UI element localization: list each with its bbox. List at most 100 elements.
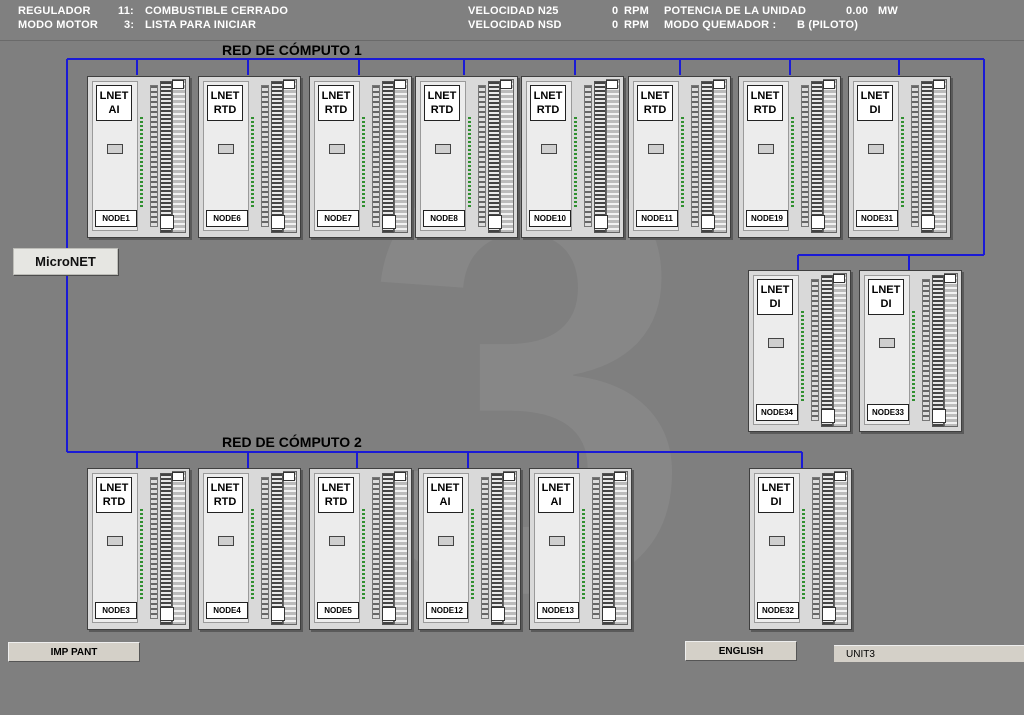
terminal-strip-icon [584,85,592,227]
module-title: LNET DI [758,477,794,513]
connector-block-icon [394,471,408,625]
module-face: LNET DI NODE31 [853,81,899,231]
print-screen-button[interactable]: IMP PANT [8,642,140,662]
module-type: LNET [541,482,571,494]
module-type: LNET [860,90,890,102]
lnet-module[interactable]: LNET RTD NODE6 [198,76,301,238]
port-icon [821,409,835,423]
module-subtype: RTD [643,104,667,116]
network-2-label: RED DE CÓMPUTO 2 [222,434,362,450]
port-icon [602,607,616,621]
module-title: LNET DI [757,279,793,315]
module-node-label: NODE7 [317,210,359,227]
led-column-icon [251,117,254,207]
module-title: LNET RTD [747,85,783,121]
terminal-block-icon [382,81,394,233]
module-subtype: RTD [324,104,348,116]
connector-icon [933,80,945,89]
terminal-block-icon [921,81,933,233]
micronet-button[interactable]: MicroNET [13,248,118,275]
lnet-module[interactable]: LNET DI NODE34 [748,270,851,432]
module-node-label: NODE33 [867,404,909,421]
module-type: LNET [321,482,351,494]
lnet-module[interactable]: LNET DI NODE32 [749,468,852,630]
module-subtype: AI [550,496,562,508]
unit-indicator: UNIT3 [834,645,1024,662]
led-column-icon [468,117,471,207]
led-column-icon [791,117,794,207]
module-face: LNET AI NODE1 [92,81,138,231]
port-icon [594,215,608,229]
connector-block-icon [944,273,958,427]
port-icon [382,215,396,229]
module-subtype: RTD [213,496,237,508]
terminal-strip-icon [372,477,380,619]
port-icon [811,215,825,229]
terminal-block-icon [932,275,944,427]
led-column-icon [140,509,143,599]
module-face: LNET RTD NODE5 [314,473,360,623]
lnet-module[interactable]: LNET AI NODE13 [529,468,632,630]
lnet-module[interactable]: LNET AI NODE1 [87,76,190,238]
module-node-label: NODE19 [746,210,788,227]
module-face: LNET RTD NODE11 [633,81,679,231]
module-status-icon [768,338,784,348]
module-title: LNET RTD [637,85,673,121]
module-node-label: NODE8 [423,210,465,227]
module-node-label: NODE3 [95,602,137,619]
connector-block-icon [500,79,514,233]
port-icon [488,215,502,229]
terminal-block-icon [488,81,500,233]
connector-block-icon [172,79,186,233]
lnet-module[interactable]: LNET RTD NODE11 [628,76,731,238]
lnet-module[interactable]: LNET RTD NODE5 [309,468,412,630]
lnet-module[interactable]: LNET RTD NODE19 [738,76,841,238]
lnet-module[interactable]: LNET RTD NODE8 [415,76,518,238]
terminal-block-icon [822,473,834,625]
module-face: LNET AI NODE13 [534,473,580,623]
module-status-icon [107,144,123,154]
lnet-module[interactable]: LNET RTD NODE4 [198,468,301,630]
module-node-label: NODE5 [317,602,359,619]
module-node-label: NODE1 [95,210,137,227]
module-node-label: NODE32 [757,602,799,619]
led-column-icon [901,117,904,207]
terminal-block-icon [382,473,394,625]
led-column-icon [140,117,143,207]
module-subtype: DI [869,104,881,116]
module-face: LNET AI NODE12 [423,473,469,623]
led-column-icon [251,509,254,599]
module-status-icon [648,144,664,154]
module-type: LNET [210,482,240,494]
module-type: LNET [430,482,460,494]
lnet-module[interactable]: LNET DI NODE33 [859,270,962,432]
module-node-label: NODE4 [206,602,248,619]
module-node-label: NODE34 [756,404,798,421]
module-subtype: AI [108,104,120,116]
module-subtype: RTD [430,104,454,116]
module-type: LNET [760,284,790,296]
lnet-module[interactable]: LNET RTD NODE10 [521,76,624,238]
module-subtype: DI [880,298,892,310]
module-type: LNET [99,90,129,102]
module-title: LNET DI [857,85,893,121]
module-face: LNET RTD NODE7 [314,81,360,231]
module-status-icon [435,144,451,154]
connector-icon [823,80,835,89]
terminal-strip-icon [592,477,600,619]
led-column-icon [681,117,684,207]
lnet-module[interactable]: LNET AI NODE12 [418,468,521,630]
language-button[interactable]: ENGLISH [685,641,797,661]
module-type: LNET [871,284,901,296]
lnet-module[interactable]: LNET RTD NODE7 [309,76,412,238]
lnet-module[interactable]: LNET DI NODE31 [848,76,951,238]
module-title: LNET RTD [424,85,460,121]
connector-icon [394,472,406,481]
connector-block-icon [823,79,837,233]
connector-block-icon [833,273,847,427]
terminal-block-icon [491,473,503,625]
led-column-icon [574,117,577,207]
lnet-module[interactable]: LNET RTD NODE3 [87,468,190,630]
module-title: LNET RTD [207,477,243,513]
terminal-block-icon [701,81,713,233]
